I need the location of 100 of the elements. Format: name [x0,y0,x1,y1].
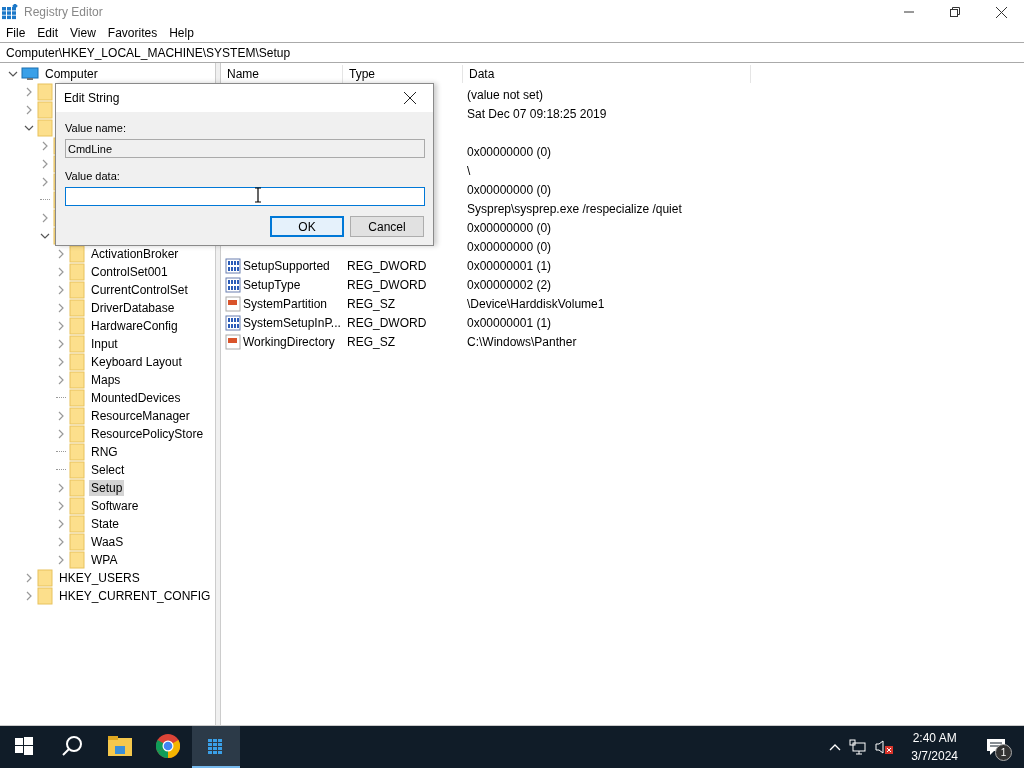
column-header[interactable]: Data [463,65,751,83]
chevron-right-icon[interactable] [56,429,66,439]
tree-item[interactable]: HardwareConfig [89,318,180,334]
dialog-title: Edit String [64,91,121,105]
value-data-field[interactable] [65,187,425,206]
chevron-right-icon[interactable] [56,555,66,565]
binary-value-icon [225,257,241,274]
clock[interactable]: 2:40 AM 3/7/2024 [911,729,958,765]
tree-item[interactable]: ResourceManager [89,408,192,424]
address-bar[interactable]: Computer\HKEY_LOCAL_MACHINE\SYSTEM\Setup [0,42,1024,63]
chevron-right-icon[interactable] [56,411,66,421]
chevron-right-icon[interactable] [56,357,66,367]
chevron-right-icon[interactable] [24,591,34,601]
tree-item[interactable]: Setup [89,480,125,496]
folder-icon [69,407,85,425]
tree-item[interactable]: RNG [89,444,120,460]
chevron-right-icon[interactable] [40,177,50,187]
value-name-field[interactable]: CmdLine [65,139,425,158]
value-data: \ [467,163,471,178]
tree-item[interactable]: ControlSet001 [89,264,170,280]
chevron-right-icon[interactable] [24,573,34,583]
tree-item[interactable]: State [89,516,122,532]
chevron-right-icon[interactable] [56,483,66,493]
chevron-right-icon[interactable] [56,321,66,331]
network-icon[interactable] [849,739,868,755]
cancel-button[interactable]: Cancel [350,216,424,237]
value-data: 0x00000000 (0) [467,144,552,159]
folder-icon [69,479,85,497]
value-name[interactable]: WorkingDirectory [243,334,335,349]
string-value-icon [225,295,241,312]
folder-icon [69,281,85,299]
chevron-right-icon[interactable] [56,501,66,511]
value-type: REG_SZ [347,334,395,349]
chevron-right-icon[interactable] [56,285,66,295]
value-name[interactable]: SystemPartition [243,296,328,311]
notifications-button[interactable]: 1 [976,726,1016,768]
menu-item[interactable]: Favorites [101,26,164,40]
tree-item[interactable]: MountedDevices [89,390,183,406]
tree-item[interactable]: CurrentControlSet [89,282,190,298]
field-label: Value data: [65,170,121,182]
tree-item[interactable]: Maps [89,372,123,388]
folder-icon [69,515,85,533]
menu-item[interactable]: Edit [31,26,65,40]
chevron-right-icon[interactable] [24,87,34,97]
monitor-icon [21,67,39,81]
chevron-right-icon[interactable] [56,249,66,259]
chevron-right-icon[interactable] [40,159,50,169]
folder-icon [69,389,85,407]
folder-icon [69,461,85,479]
tree-item[interactable]: HKEY_USERS [57,570,142,586]
chevron-right-icon[interactable] [40,213,50,223]
chevron-right-icon[interactable] [56,339,66,349]
value-name[interactable]: SystemSetupInP... [243,315,341,330]
tree-item[interactable]: WaaS [89,534,126,550]
chevron-right-icon[interactable] [56,375,66,385]
chevron-right-icon[interactable] [24,105,34,115]
value-data: 0x00000000 (0) [467,239,552,254]
value-name[interactable]: SetupType [243,277,301,292]
tree-item[interactable]: Computer [43,66,100,82]
folder-icon [69,335,85,353]
chevron-down-icon[interactable] [24,123,34,133]
binary-value-icon [225,314,241,331]
chevron-right-icon[interactable] [56,303,66,313]
chevron-down-icon[interactable] [40,231,50,241]
folder-icon [37,83,53,101]
tree-item[interactable]: WPA [89,552,120,568]
chevron-right-icon[interactable] [56,537,66,547]
menu-item[interactable]: View [64,26,102,40]
browser-icon [156,734,180,758]
chevron-right-icon[interactable] [40,141,50,151]
tree-item[interactable]: ActivationBroker [89,246,181,262]
field-label: Value name: [65,122,127,134]
folder-icon [37,587,53,605]
chevron-right-icon[interactable] [56,519,66,529]
value-name[interactable]: SetupSupported [243,258,330,273]
folder-icon [69,353,85,371]
folder-icon [69,317,85,335]
value-data: Sysprep\sysprep.exe /respecialize /quiet [467,201,682,216]
tree-item[interactable]: Software [89,498,141,514]
windows-logo-icon [15,737,33,755]
tree-item[interactable]: DriverDatabase [89,300,177,316]
registry-taskbar-button[interactable] [192,726,240,768]
tree-item[interactable]: ResourcePolicyStore [89,426,206,442]
chevron-up-icon[interactable] [829,743,842,751]
tree-item[interactable]: Keyboard Layout [89,354,184,370]
menu-item[interactable]: Help [163,26,200,40]
ok-button[interactable]: OK [270,216,344,237]
value-data: C:\Windows\Panther [467,334,577,349]
string-value-icon [225,333,241,350]
tree-item[interactable]: Select [89,462,127,478]
value-data: 0x00000001 (1) [467,258,552,273]
tree-item[interactable]: Input [89,336,120,352]
chevron-right-icon[interactable] [56,267,66,277]
menu-item[interactable]: File [0,26,32,40]
chevron-down-icon[interactable] [8,69,18,79]
value-type: REG_DWORD [347,315,427,330]
value-data: (value not set) [467,87,544,102]
muted-speaker-icon[interactable] [875,739,894,755]
folder-icon [69,371,85,389]
tree-item[interactable]: HKEY_CURRENT_CONFIG [57,588,213,604]
